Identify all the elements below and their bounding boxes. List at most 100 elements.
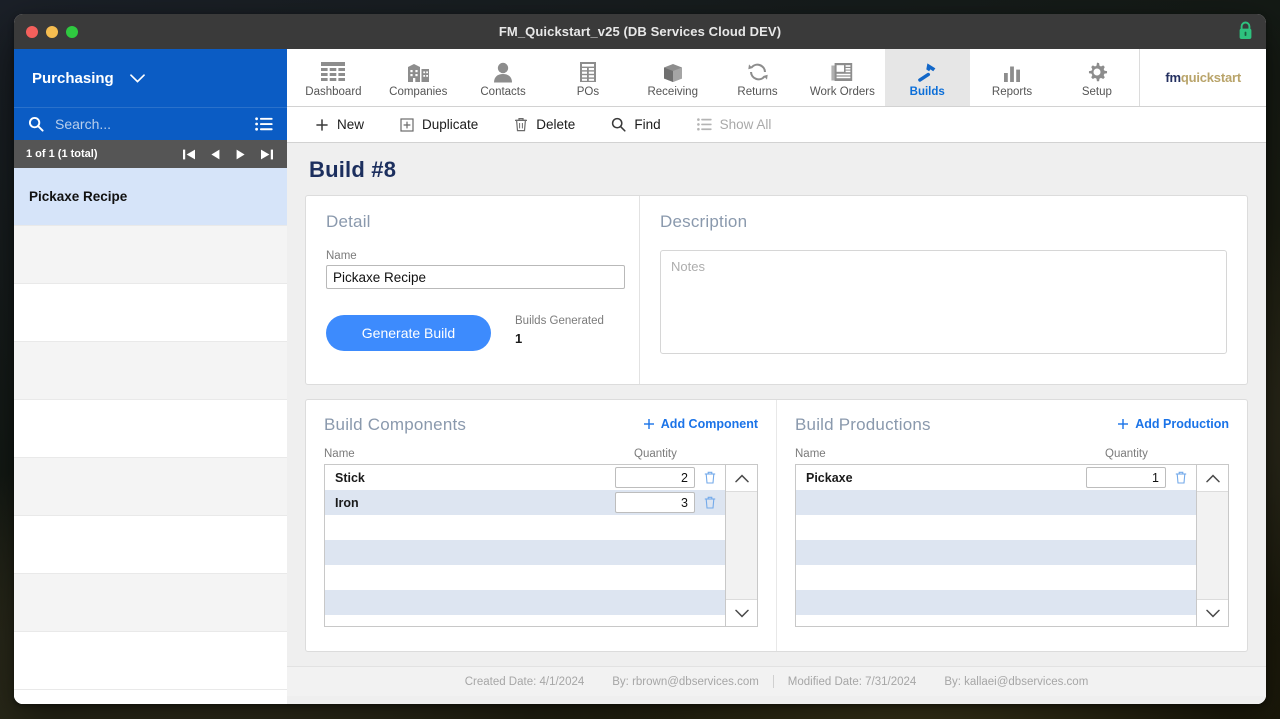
lock-icon [1239, 21, 1252, 39]
detail-heading: Detail [326, 212, 371, 231]
chevron-down-icon [734, 609, 749, 617]
list-item[interactable]: Pickaxe Recipe [14, 168, 287, 226]
chevron-down-icon [1205, 609, 1220, 617]
plus-icon [1118, 419, 1129, 429]
nav-item-builds[interactable]: Builds [884, 49, 970, 106]
zoom-button[interactable] [66, 25, 78, 38]
gear-icon [1084, 58, 1110, 83]
duplicate-button[interactable]: Duplicate [382, 117, 496, 132]
column-name: Name [795, 448, 826, 460]
description-heading: Description [660, 212, 748, 231]
close-button[interactable] [26, 25, 38, 38]
nav-label: Reports [991, 85, 1033, 98]
builds-generated-label: Builds Generated [515, 315, 604, 327]
search-input[interactable] [55, 116, 244, 132]
add-component-button[interactable]: Add Component [643, 417, 758, 431]
components-column-headers: Name Quantity [324, 448, 758, 460]
scroll-up-button[interactable] [1197, 465, 1228, 491]
minimize-button[interactable] [46, 25, 58, 38]
nav-item-work-orders[interactable]: Work Orders [800, 49, 885, 106]
table-row[interactable]: Stick [325, 465, 725, 490]
trash-icon [1175, 471, 1187, 484]
scroll-down-button[interactable] [726, 600, 757, 626]
nav-item-companies[interactable]: Companies [376, 49, 461, 106]
production-quantity-input[interactable] [1086, 467, 1166, 488]
delete-row-button[interactable] [695, 496, 725, 509]
list-item[interactable] [14, 574, 287, 632]
list-item[interactable] [14, 284, 287, 342]
productions-heading: Build Productions [795, 415, 931, 434]
list-item[interactable] [14, 226, 287, 284]
component-name: Iron [335, 495, 359, 510]
delete-button[interactable]: Delete [496, 117, 593, 132]
list-item[interactable] [14, 516, 287, 574]
build-productions-portal: Build Productions Add Production Name Qu… [776, 400, 1247, 651]
app-window: FM_Quickstart_v25 (DB Services Cloud DEV… [14, 14, 1266, 704]
window-controls [14, 25, 78, 38]
detail-panel: Detail Name Generate Build Builds Genera… [306, 196, 640, 384]
module-selector[interactable]: Purchasing [14, 49, 287, 107]
nav-item-dashboard[interactable]: Dashboard [291, 49, 376, 106]
component-quantity-input[interactable] [615, 467, 695, 488]
nav-item-pos[interactable]: POs [545, 49, 630, 106]
nav-label: Returns [737, 85, 778, 98]
show-all-button[interactable]: Show All [679, 117, 790, 132]
component-quantity-input[interactable] [615, 492, 695, 513]
nav-item-contacts[interactable]: Contacts [461, 49, 546, 106]
delete-row-button[interactable] [695, 471, 725, 484]
column-quantity: Quantity [634, 448, 677, 460]
next-record-button[interactable] [235, 148, 246, 161]
scroll-down-button[interactable] [1197, 600, 1228, 626]
logo-suffix: quickstart [1180, 70, 1241, 85]
last-record-button[interactable] [260, 148, 273, 161]
previous-record-button[interactable] [210, 148, 221, 161]
generate-build-button[interactable]: Generate Build [326, 315, 491, 351]
scroll-up-button[interactable] [726, 465, 757, 491]
productions-scrollbar[interactable] [1196, 465, 1228, 626]
list-item[interactable] [14, 342, 287, 400]
table-row-empty [325, 515, 725, 540]
list-item[interactable] [14, 458, 287, 516]
search-icon [612, 117, 626, 132]
delete-row-button[interactable] [1166, 471, 1196, 484]
list-item[interactable] [14, 632, 287, 690]
table-row[interactable]: Iron [325, 490, 725, 515]
trash-icon [704, 496, 716, 509]
nav-item-reports[interactable]: Reports [970, 49, 1055, 106]
scrollbar-track[interactable] [1197, 491, 1228, 600]
chevron-up-icon [734, 474, 749, 482]
column-name: Name [324, 448, 355, 460]
sidebar: Purchasing Search... 1 of 1 (1 total) Pi… [14, 49, 287, 704]
add-production-button[interactable]: Add Production [1117, 417, 1229, 431]
description-panel: Description [640, 196, 1247, 384]
record-count: 1 of 1 (1 total) [26, 148, 98, 160]
module-navigation: Dashboard Companies Contacts POs Receivi… [287, 49, 1266, 107]
list-view-icon[interactable] [255, 117, 273, 131]
nav-item-receiving[interactable]: Receiving [630, 49, 715, 106]
nav-item-setup[interactable]: Setup [1054, 49, 1139, 106]
sidebar-search[interactable] [14, 107, 287, 140]
components-scrollbar[interactable] [725, 465, 757, 626]
nav-item-returns[interactable]: Returns [715, 49, 800, 106]
first-record-button[interactable] [183, 148, 196, 161]
nav-label: Receiving [647, 85, 698, 98]
refresh-arrows-icon [745, 58, 771, 83]
person-icon [490, 58, 516, 83]
nav-label: POs [576, 85, 600, 98]
created-by: By: rbrown@dbservices.com [612, 675, 759, 688]
bar-chart-icon [999, 58, 1025, 83]
trash-icon [515, 118, 528, 132]
list-item[interactable] [14, 400, 287, 458]
new-button[interactable]: New [297, 117, 382, 132]
scrollbar-track[interactable] [726, 491, 757, 600]
find-button[interactable]: Find [593, 117, 678, 132]
app-logo: fmquickstart [1139, 49, 1266, 106]
table-row[interactable]: Pickaxe [796, 465, 1196, 490]
newspaper-icon [829, 58, 855, 83]
delete-label: Delete [536, 117, 576, 132]
notes-textarea[interactable] [660, 250, 1227, 354]
name-input[interactable] [326, 265, 625, 289]
components-grid: Stick 2 Iron 3 [324, 464, 758, 627]
detail-card: Detail Name Generate Build Builds Genera… [305, 195, 1248, 385]
show-all-label: Show All [719, 117, 772, 132]
